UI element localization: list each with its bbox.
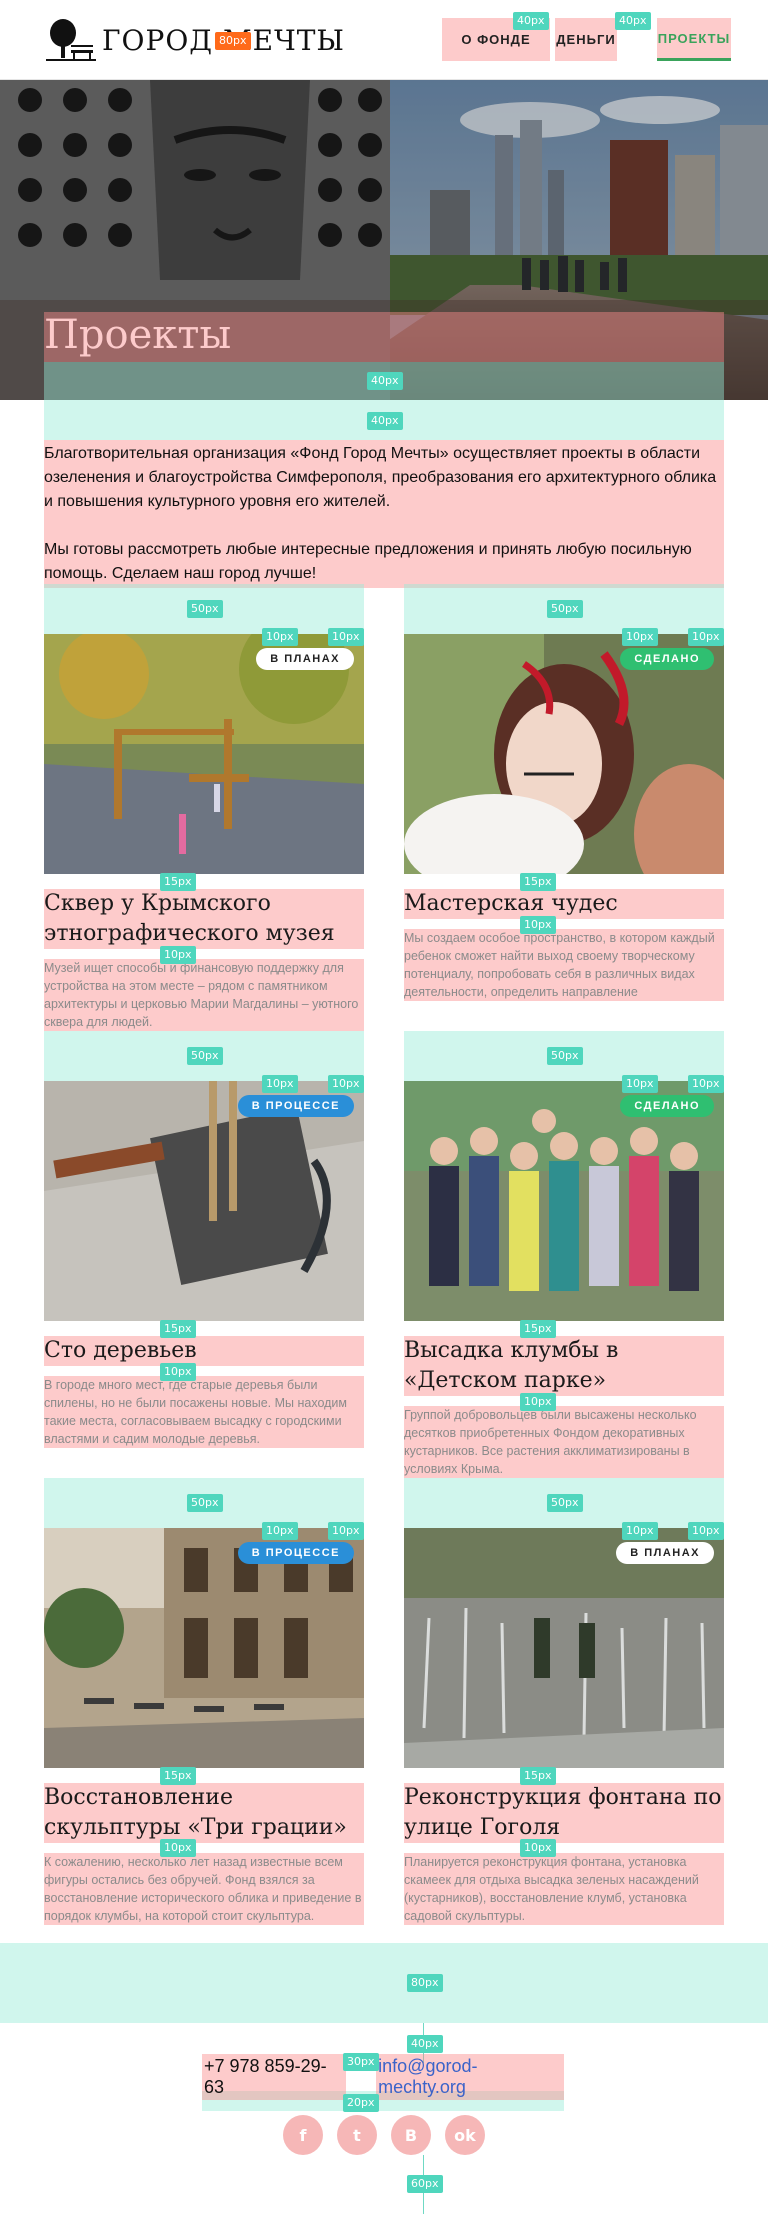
project-photo[interactable]: В процессе [44, 1081, 364, 1321]
project-card[interactable]: В планах Сквер у Крымского этнографическ… [44, 634, 364, 1031]
vk-icon[interactable]: В [391, 2115, 431, 2155]
guide-label: 15px [520, 1320, 556, 1338]
playground-image [44, 634, 364, 874]
site-header: Город мечты О фонде Деньги Проекты [0, 0, 768, 80]
guide-label: 15px [520, 1767, 556, 1785]
twitter-icon[interactable]: t [337, 2115, 377, 2155]
guide-label: 10px [520, 1393, 556, 1411]
project-description: Группой добровольцев были высажены неско… [404, 1406, 724, 1478]
project-card[interactable]: В планах Реконструкция фонтана по улице … [404, 1528, 724, 1925]
footer-contacts: +7 978 859-29-63 info@gorod-mechty.org [202, 2054, 564, 2100]
status-badge: В планах [616, 1542, 714, 1564]
guide-label: 80px [215, 32, 251, 50]
street-cafe-image [44, 1528, 364, 1768]
guide-label: 15px [160, 1767, 196, 1785]
status-badge: В процессе [237, 1542, 354, 1564]
guide-label: 10px [622, 1522, 658, 1540]
guide-label: 40px [615, 12, 651, 30]
project-description: В городе много мест, где старые деревья … [44, 1376, 364, 1448]
status-badge: Сделано [620, 648, 714, 670]
project-card[interactable]: В процессе Восстановление скульптуры «Тр… [44, 1528, 364, 1925]
project-card[interactable]: Сделано Мастерская чудес Мы создаем особ… [404, 634, 724, 1001]
guide-label: 10px [262, 1075, 298, 1093]
project-description: Планируется реконструкция фонтана, устан… [404, 1853, 724, 1925]
guide-label: 80px [407, 1974, 443, 1992]
guide-label: 10px [328, 1522, 364, 1540]
project-title[interactable]: Реконструкция фонтана по улице Гоголя [404, 1783, 724, 1843]
project-title[interactable]: Восстановление скульптуры «Три грации» [44, 1783, 364, 1843]
project-title[interactable]: Мастерская чудес [404, 889, 724, 919]
tree-bench-logo-icon [46, 19, 96, 61]
guide-label: 50px [187, 600, 223, 618]
main-nav: О фонде Деньги Проекты [442, 18, 731, 61]
phone-number[interactable]: +7 978 859-29-63 [202, 2054, 347, 2100]
intro-text: Благотворительная организация «Фонд Горо… [44, 440, 724, 588]
guide-label: 10px [622, 628, 658, 646]
project-card[interactable]: Сделано Высадка клумбы в «Детском парке»… [404, 1081, 724, 1478]
guide-label: 15px [160, 1320, 196, 1338]
logo[interactable]: Город мечты [44, 18, 345, 62]
guide-label: 15px [160, 873, 196, 891]
guide-label: 10px [328, 1075, 364, 1093]
guide-label: 10px [688, 628, 724, 646]
guide-label: 20px [343, 2094, 379, 2112]
guide-label: 15px [520, 873, 556, 891]
guide-label: 40px [367, 412, 403, 430]
guide-label: 40px [513, 12, 549, 30]
project-photo[interactable]: Сделано [404, 1081, 724, 1321]
guide-label: 10px [520, 1839, 556, 1857]
social-links: f t В ok [283, 2115, 485, 2155]
tree-planting-image [44, 1081, 364, 1321]
face-painting-image [404, 634, 724, 874]
project-description: Музей ищет способы и финансовую поддержк… [44, 959, 364, 1031]
guide-label: 50px [547, 1494, 583, 1512]
guide-label: 10px [688, 1522, 724, 1540]
intro-paragraph: Благотворительная организация «Фонд Горо… [44, 445, 717, 510]
guide-label: 10px [688, 1075, 724, 1093]
project-description: К сожалению, несколько лет назад известн… [44, 1853, 364, 1925]
guide-label: 50px [547, 1047, 583, 1065]
guide-label: 40px [367, 372, 403, 390]
guide-label: 50px [187, 1494, 223, 1512]
volunteers-group-image [404, 1081, 724, 1321]
status-badge: В процессе [237, 1095, 354, 1117]
guide-label: 10px [622, 1075, 658, 1093]
intro-paragraph: Мы готовы рассмотреть любые интересные п… [44, 541, 692, 582]
project-title[interactable]: Сто деревьев [44, 1336, 364, 1366]
status-badge: Сделано [620, 1095, 714, 1117]
project-photo[interactable]: В планах [44, 634, 364, 874]
project-title[interactable]: Высадка клумбы в «Детском парке» [404, 1336, 724, 1396]
project-photo[interactable]: В планах [404, 1528, 724, 1768]
guide-label: 10px [160, 946, 196, 964]
nav-item-projects[interactable]: Проекты [657, 18, 731, 61]
guide-label: 50px [547, 600, 583, 618]
email-link[interactable]: info@gorod-mechty.org [376, 2054, 564, 2100]
guide-box [0, 1943, 768, 2023]
project-description: Мы создаем особое пространство, в которо… [404, 929, 724, 1001]
guide-label: 10px [160, 1839, 196, 1857]
guide-label: 30px [343, 2053, 379, 2071]
guide-label: 10px [262, 1522, 298, 1540]
project-photo[interactable]: В процессе [44, 1528, 364, 1768]
guide-label: 10px [328, 628, 364, 646]
odnoklassniki-icon[interactable]: ok [445, 2115, 485, 2155]
guide-label: 10px [520, 916, 556, 934]
guide-label: 10px [160, 1363, 196, 1381]
guide-label: 10px [262, 628, 298, 646]
guide-box [44, 312, 724, 362]
project-photo[interactable]: Сделано [404, 634, 724, 874]
project-card[interactable]: В процессе Сто деревьев В городе много м… [44, 1081, 364, 1448]
guide-label: 50px [187, 1047, 223, 1065]
fountain-image [404, 1528, 724, 1768]
project-title[interactable]: Сквер у Крымского этнографического музея [44, 889, 364, 949]
facebook-icon[interactable]: f [283, 2115, 323, 2155]
guide-label: 40px [407, 2035, 443, 2053]
nav-item-money[interactable]: Деньги [555, 18, 617, 61]
guide-label: 60px [407, 2175, 443, 2193]
status-badge: В планах [256, 648, 354, 670]
